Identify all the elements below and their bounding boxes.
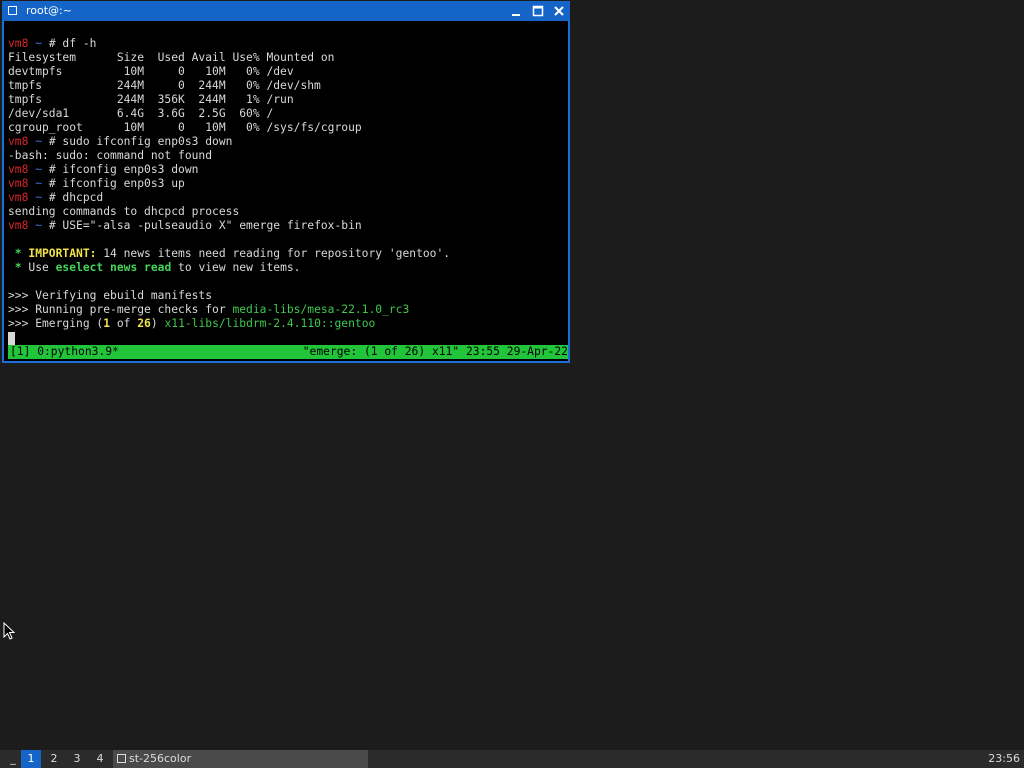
terminal-line: Filesystem Size Used Avail Use% Mounted … [8,51,568,65]
workspace-1-button[interactable]: 1 [21,750,41,768]
tmux-window-list: [1] 0:python3.9* [10,345,119,358]
taskbar-menu-button[interactable]: _ [6,750,20,768]
terminal-output[interactable]: vm8 ~ # df -h Filesystem Size Used Avail … [8,37,568,331]
terminal-text-segment: 26 [137,317,151,330]
terminal-line: * Use eselect news read to view new item… [8,261,568,275]
maximize-icon [532,5,544,17]
terminal-text-segment: 14 news items need reading for repositor… [96,247,451,260]
terminal-text-segment: to view new items. [171,261,301,274]
terminal-text-segment: vm8 [8,177,29,190]
task-label: st-256color [129,752,192,765]
terminal-text-segment: devtmpfs 10M 0 10M 0% /dev [8,65,294,78]
terminal-text-segment: ~ [28,191,49,204]
terminal-line: tmpfs 244M 356K 244M 1% /run [8,93,568,107]
terminal-line: * IMPORTANT: 14 news items need reading … [8,247,568,261]
terminal-text-segment: >>> Running pre-merge checks for [8,303,233,316]
window-title: root@:~ [26,4,72,17]
terminal-text-segment: ~ [28,219,49,232]
workspace-2-button[interactable]: 2 [44,750,64,768]
terminal-text-segment: eselect news read [55,261,172,274]
terminal-line: vm8 ~ # df -h [8,37,568,51]
maximize-button[interactable] [531,4,545,18]
terminal-text-segment: sending commands to dhcpcd process [8,205,240,218]
terminal-text-segment: vm8 [8,219,29,232]
terminal-line: >>> Running pre-merge checks for media-l… [8,303,568,317]
terminal-line: vm8 ~ # ifconfig enp0s3 down [8,163,568,177]
terminal-text-segment: ~ [28,163,49,176]
terminal-cursor [8,332,15,345]
terminal-line: /dev/sda1 6.4G 3.6G 2.5G 60% / [8,107,568,121]
terminal-text-segment: IMPORTANT: [28,247,97,260]
terminal-text-segment: media-libs/mesa-22.1.0_rc3 [232,303,410,316]
terminal-text-segment: -bash: sudo: command not found [8,149,213,162]
terminal-line: vm8 ~ # dhcpcd [8,191,568,205]
terminal-text-segment: vm8 [8,163,29,176]
window-icon [117,754,126,763]
terminal-text-segment: Filesystem Size Used Avail Use% Mounted … [8,51,335,64]
terminal-text-segment: tmpfs 244M 0 244M 0% /dev/shm [8,79,321,92]
terminal-text-segment: of [110,317,138,330]
terminal-text-segment: vm8 [8,191,29,204]
terminal-line: >>> Emerging (1 of 26) x11-libs/libdrm-2… [8,317,568,331]
minimize-icon [512,14,520,16]
close-icon [554,6,564,16]
taskbar-task-st[interactable]: st-256color [113,750,368,768]
clock: 23:56 [988,752,1020,765]
terminal-text-segment: # df -h [48,37,97,50]
mouse-pointer-icon [3,622,15,640]
terminal-text-segment: Use [28,261,56,274]
window-titlebar[interactable]: root@:~ [2,1,570,21]
window-icon[interactable] [8,6,17,15]
close-button[interactable] [552,4,566,18]
terminal-line: -bash: sudo: command not found [8,149,568,163]
terminal-text-segment: x11-libs/libdrm-2.4.110::gentoo [164,317,376,330]
terminal-text-segment: vm8 [8,37,29,50]
terminal-line: sending commands to dhcpcd process [8,205,568,219]
terminal-text-segment: ~ [28,135,49,148]
terminal-text-segment: /dev/sda1 6.4G 3.6G 2.5G 60% / [8,107,274,120]
terminal-text-segment: ) [150,317,165,330]
terminal-text-segment: * [8,261,29,274]
terminal-text-segment: cgroup_root 10M 0 10M 0% /sys/fs/cgroup [8,121,362,134]
terminal-text-segment: vm8 [8,135,29,148]
tmux-status-bar: [1] 0:python3.9* "emerge: (1 of 26) x11"… [8,345,568,359]
terminal-text-segment: # dhcpcd [48,191,104,204]
terminal-text-segment: # sudo ifconfig enp0s3 down [48,135,233,148]
terminal-text-segment: 1 [103,317,111,330]
terminal-line: vm8 ~ # USE="-alsa -pulseaudio X" emerge… [8,219,568,233]
terminal-line: vm8 ~ # sudo ifconfig enp0s3 down [8,135,568,149]
minimize-button[interactable] [509,4,523,18]
terminal-text-segment: >>> Verifying ebuild manifests [8,289,213,302]
terminal-text-segment: >>> Emerging ( [8,317,104,330]
terminal-text-segment: # USE="-alsa -pulseaudio X" emerge firef… [48,219,362,232]
workspace-4-button[interactable]: 4 [90,750,110,768]
workspace-3-button[interactable]: 3 [67,750,87,768]
terminal-text-segment: ~ [28,37,49,50]
taskbar: _ 1 2 3 4 st-256color 23:56 [0,750,1024,768]
terminal-text-segment: # ifconfig enp0s3 up [48,177,185,190]
terminal-line: vm8 ~ # ifconfig enp0s3 up [8,177,568,191]
terminal-window[interactable]: root@:~ vm8 ~ # df -h Filesystem Size Use… [2,1,570,363]
terminal-text-segment: ~ [28,177,49,190]
desktop: root@:~ vm8 ~ # df -h Filesystem Size Use… [0,0,1024,768]
terminal-text-segment: # ifconfig enp0s3 down [48,163,199,176]
terminal-text-segment: * [8,247,29,260]
terminal-text-segment: tmpfs 244M 356K 244M 1% /run [8,93,294,106]
terminal-line: cgroup_root 10M 0 10M 0% /sys/fs/cgroup [8,121,568,135]
terminal-line: >>> Verifying ebuild manifests [8,289,568,303]
tmux-status-right: "emerge: (1 of 26) x11" 23:55 29-Apr-22 [302,345,568,358]
terminal-line: devtmpfs 10M 0 10M 0% /dev [8,65,568,79]
terminal-line: tmpfs 244M 0 244M 0% /dev/shm [8,79,568,93]
